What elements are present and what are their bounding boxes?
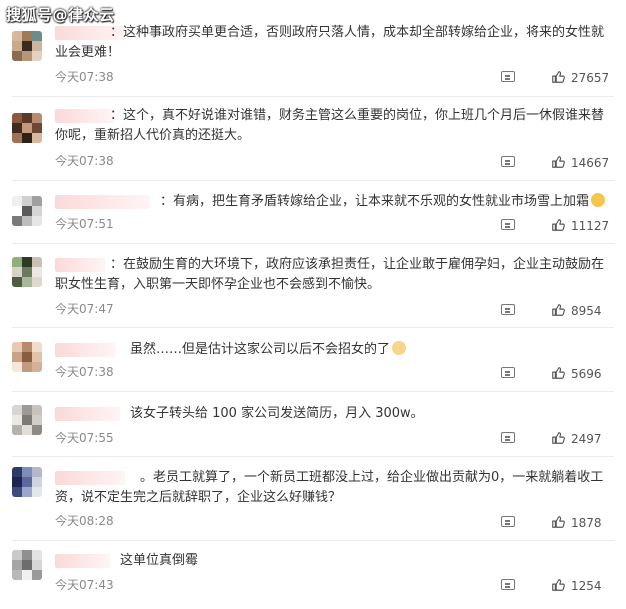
like-count: 1878 (571, 516, 602, 530)
doge-emoji-icon (392, 341, 407, 355)
like-button[interactable]: 1254 (551, 578, 602, 593)
avatar[interactable] (12, 550, 42, 580)
avatar[interactable] (12, 31, 42, 61)
comment-text: 这单位真倒霉 (120, 553, 199, 568)
watermark: 搜狐号@律众云 (6, 6, 115, 24)
comment-time: 今天07:51 (55, 217, 114, 231)
avatar[interactable] (12, 196, 42, 226)
thumbs-up-icon (551, 578, 565, 592)
divider (12, 180, 614, 181)
comment-time: 今天08:28 (55, 514, 114, 528)
comment-text: 虽然……但是估计这家公司以后不会招女的了 (55, 340, 608, 360)
reply-icon[interactable] (501, 516, 515, 527)
like-button[interactable]: 8954 (551, 303, 602, 318)
comment-time: 今天07:47 (55, 302, 114, 316)
avatar[interactable] (12, 342, 42, 372)
avatar[interactable] (12, 113, 42, 143)
like-count: 8954 (571, 304, 602, 318)
comment-text: ：这种事政府买单更合适，否则政府只落人情，成本却全部转嫁给企业，将来的女性就业会… (55, 25, 605, 60)
comment-text: ：有病，把生育矛盾转嫁给企业，让本来就不乐观的女性就业市场雪上加霜 (55, 192, 608, 212)
like-count: 11127 (571, 219, 610, 233)
like-button[interactable]: 14667 (551, 155, 609, 170)
like-count: 27657 (571, 71, 610, 85)
thumbs-up-icon (551, 431, 565, 445)
thumbs-up-icon (551, 366, 565, 380)
like-count: 14667 (571, 156, 610, 170)
like-count: 2497 (571, 432, 602, 446)
thumbs-up-icon (551, 70, 565, 84)
reply-icon[interactable] (501, 219, 515, 230)
thumbs-up-icon (551, 303, 565, 317)
like-count: 1254 (571, 579, 602, 593)
reply-icon[interactable] (501, 432, 515, 443)
reply-icon[interactable] (501, 156, 515, 167)
like-count: 5696 (571, 367, 602, 381)
like-button[interactable]: 1878 (551, 515, 602, 530)
divider (12, 391, 614, 392)
comment-text: ：在鼓励生育的大环境下，政府应该承担责任，让企业敢于雇佣孕妇，企业主动鼓励在职女… (55, 257, 605, 292)
thumbs-up-icon (551, 515, 565, 529)
comment-time: 今天07:38 (55, 154, 114, 168)
comment-text: 。老员工就算了，一个新员工班都没上过，给企业做出贡献为0，一来就躺着收工资，说不… (55, 470, 604, 505)
emoji-icon (591, 193, 606, 207)
reply-icon[interactable] (501, 579, 515, 590)
comment-time: 今天07:38 (55, 365, 114, 379)
reply-icon[interactable] (501, 367, 515, 378)
comment-text: 该女子转头给 100 家公司发送简历，月入 300w。 (130, 406, 424, 421)
reply-icon[interactable] (501, 71, 515, 82)
divider (12, 96, 614, 97)
thumbs-up-icon (551, 218, 565, 232)
avatar[interactable] (12, 405, 42, 435)
like-button[interactable]: 2497 (551, 431, 602, 446)
divider (12, 327, 614, 328)
like-button[interactable]: 5696 (551, 366, 602, 381)
like-button[interactable]: 11127 (551, 218, 609, 233)
comment-time: 今天07:38 (55, 70, 114, 84)
divider (12, 456, 614, 457)
comment-text: ：这个，真不好说谁对谁错，财务主管这么重要的岗位，你上班几个月后一休假谁来替你呢… (55, 108, 605, 143)
avatar[interactable] (12, 467, 42, 497)
like-button[interactable]: 27657 (551, 70, 609, 85)
reply-icon[interactable] (501, 304, 515, 315)
comment-time: 今天07:43 (55, 578, 114, 592)
comment-time: 今天07:55 (55, 431, 114, 445)
thumbs-up-icon (551, 155, 565, 169)
divider (12, 243, 614, 244)
divider (12, 540, 614, 541)
avatar[interactable] (12, 257, 42, 287)
